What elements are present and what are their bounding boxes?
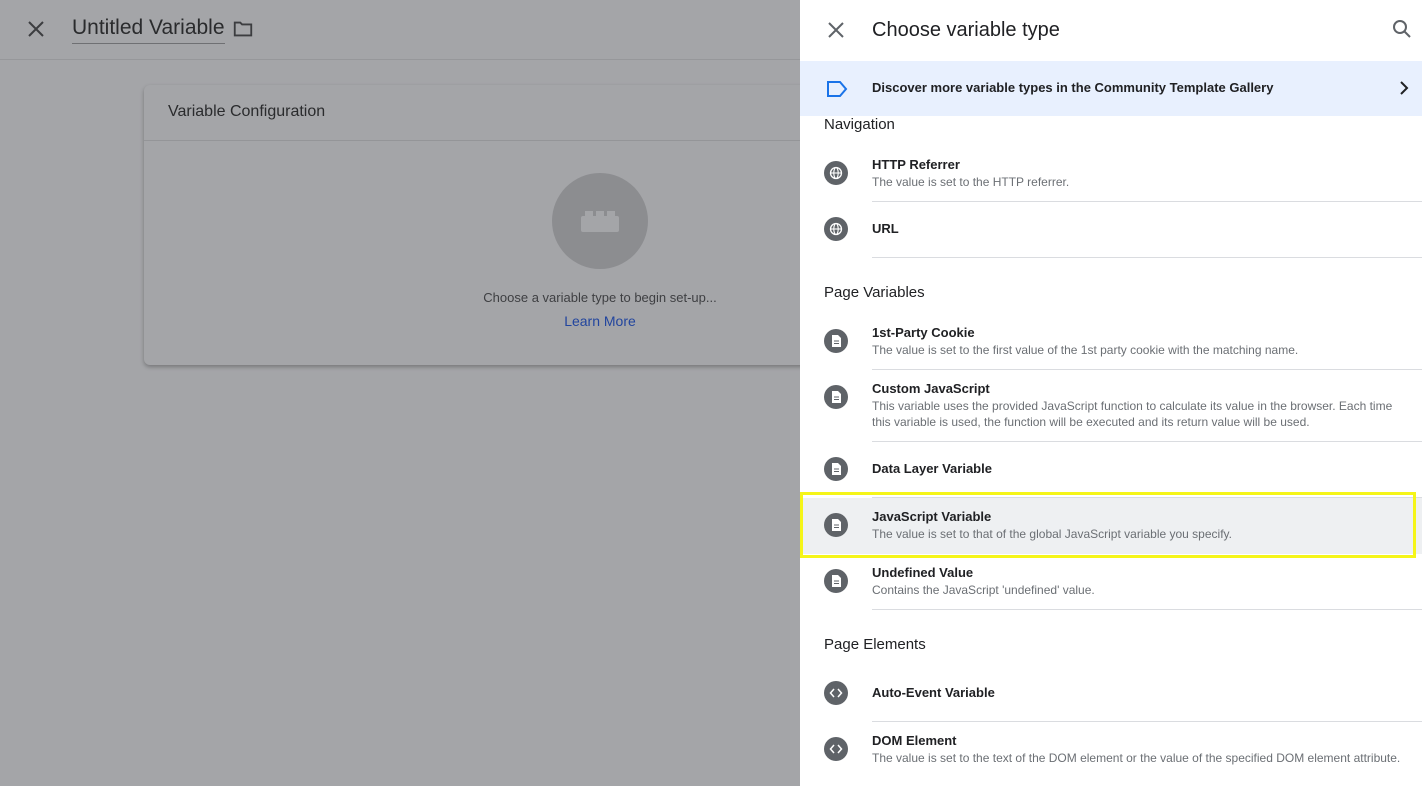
variable-type-http-referrer[interactable]: HTTP Referrer The value is set to the HT… bbox=[800, 146, 1422, 202]
item-name: Custom JavaScript bbox=[872, 381, 990, 396]
variable-type-dom-element[interactable]: DOM Element The value is set to the text… bbox=[800, 722, 1422, 786]
item-description: The value is set to the text of the DOM … bbox=[872, 751, 1401, 765]
item-description: The value is set to that of the global J… bbox=[872, 527, 1232, 541]
variable-type-custom-javascript[interactable]: Custom JavaScript This variable uses the… bbox=[800, 370, 1422, 442]
variable-type-1st-party-cookie[interactable]: 1st-Party Cookie The value is set to the… bbox=[800, 314, 1422, 370]
code-icon bbox=[824, 737, 848, 761]
variable-type-undefined-value[interactable]: Undefined Value Contains the JavaScript … bbox=[800, 554, 1422, 610]
section-title-page-variables: Page Variables bbox=[824, 284, 925, 301]
variable-type-url[interactable]: URL bbox=[800, 202, 1422, 258]
item-name: 1st-Party Cookie bbox=[872, 325, 975, 340]
section-title-navigation: Navigation bbox=[824, 116, 895, 133]
gallery-text: Discover more variable types in the Comm… bbox=[872, 80, 1274, 95]
document-icon bbox=[824, 569, 848, 593]
variable-type-placeholder[interactable] bbox=[552, 173, 648, 269]
item-name: Auto-Event Variable bbox=[872, 685, 995, 700]
variable-type-javascript-variable[interactable]: JavaScript Variable The value is set to … bbox=[800, 498, 1422, 554]
search-icon[interactable] bbox=[1390, 17, 1414, 41]
globe-icon bbox=[824, 161, 848, 185]
variable-title[interactable]: Untitled Variable bbox=[72, 16, 225, 44]
item-name: URL bbox=[872, 221, 899, 236]
community-gallery-banner[interactable]: Discover more variable types in the Comm… bbox=[800, 61, 1422, 116]
item-description: This variable uses the provided JavaScri… bbox=[872, 399, 1393, 429]
document-icon bbox=[824, 513, 848, 537]
close-icon[interactable] bbox=[24, 17, 48, 41]
variable-type-auto-event-variable[interactable]: Auto-Event Variable bbox=[800, 666, 1422, 722]
document-icon bbox=[824, 385, 848, 409]
panel-header: Choose variable type bbox=[800, 0, 1422, 61]
item-name: HTTP Referrer bbox=[872, 157, 960, 172]
globe-icon bbox=[824, 217, 848, 241]
item-name: DOM Element bbox=[872, 733, 957, 748]
divider bbox=[872, 609, 1422, 610]
document-icon bbox=[824, 329, 848, 353]
brick-icon bbox=[581, 211, 619, 232]
close-icon[interactable] bbox=[824, 18, 848, 42]
item-description: The value is set to the HTTP referrer. bbox=[872, 175, 1070, 189]
variable-type-data-layer-variable[interactable]: Data Layer Variable bbox=[800, 442, 1422, 498]
item-name: Undefined Value bbox=[872, 565, 974, 580]
divider bbox=[872, 257, 1422, 258]
code-icon bbox=[824, 681, 848, 705]
document-icon bbox=[824, 457, 848, 481]
choose-variable-type-panel: Choose variable type Discover more varia… bbox=[800, 0, 1422, 786]
item-name: JavaScript Variable bbox=[872, 509, 992, 524]
tag-icon bbox=[827, 81, 848, 97]
item-name: Data Layer Variable bbox=[872, 461, 992, 476]
variable-configuration-card[interactable]: Variable Configuration Choose a variable… bbox=[144, 85, 864, 365]
chevron-right-icon bbox=[1400, 81, 1409, 95]
section-title-page-elements: Page Elements bbox=[824, 636, 926, 653]
folder-icon[interactable] bbox=[232, 18, 254, 40]
card-title: Variable Configuration bbox=[144, 85, 864, 141]
item-description: The value is set to the first value of t… bbox=[872, 343, 1299, 357]
panel-title: Choose variable type bbox=[872, 19, 1060, 41]
item-description: Contains the JavaScript 'undefined' valu… bbox=[872, 583, 1095, 597]
